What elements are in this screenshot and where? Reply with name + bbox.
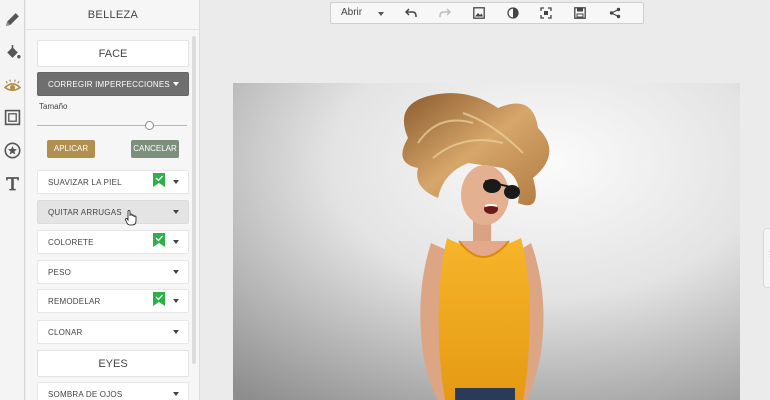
beauty-panel: BELLEZA FACE CORREGIR IMPERFECCIONES Tam… <box>26 0 200 400</box>
chevron-down-icon <box>173 180 179 184</box>
cancel-button[interactable]: CANCELAR <box>131 140 179 158</box>
bookmark-badge-icon <box>153 292 165 306</box>
pencil-icon <box>6 12 19 26</box>
apply-button[interactable]: APLICAR <box>47 140 95 158</box>
chevron-down-icon <box>173 82 179 86</box>
tool-item-quitar-arrugas[interactable]: QUITAR ARRUGAS <box>37 200 189 224</box>
paint-bucket-tool-button[interactable] <box>0 40 25 64</box>
side-panel-handle[interactable]: ⋮ <box>763 228 770 288</box>
pencil-tool-button[interactable] <box>0 7 25 31</box>
redo-button[interactable] <box>437 5 453 21</box>
active-tool-label: CORREGIR IMPERFECCIONES <box>48 80 170 89</box>
tool-item-remodelar[interactable]: REMODELAR <box>37 289 189 313</box>
compare-button[interactable] <box>505 5 521 21</box>
photo-image <box>233 83 740 400</box>
image-button[interactable] <box>471 5 487 21</box>
size-slider-track[interactable] <box>37 125 187 126</box>
redo-icon <box>439 8 451 17</box>
tool-item-clonar[interactable]: CLONAR <box>37 320 189 344</box>
frame-tool-button[interactable] <box>0 105 25 129</box>
tool-item-sombra-de-ojos[interactable]: SOMBRA DE OJOS <box>37 382 189 400</box>
grip-icon: ⋮ <box>766 250 770 259</box>
eye-icon <box>4 78 21 91</box>
chevron-down-icon <box>378 12 384 16</box>
tool-rail <box>0 0 25 400</box>
save-button[interactable] <box>572 5 588 21</box>
text-tool-button[interactable] <box>0 171 25 195</box>
chevron-down-icon <box>173 330 179 334</box>
paint-bucket-icon <box>7 44 21 58</box>
undo-button[interactable] <box>403 5 419 21</box>
photo-canvas[interactable] <box>233 83 740 400</box>
bookmark-badge-icon <box>153 233 165 247</box>
tool-item-label: PESO <box>48 268 72 277</box>
save-icon <box>574 7 586 19</box>
image-icon <box>473 7 485 19</box>
chevron-down-icon <box>173 270 179 274</box>
text-icon <box>6 176 19 190</box>
tool-item-label: SUAVIZAR LA PIEL <box>48 178 122 187</box>
beauty-tool-button[interactable] <box>0 74 25 98</box>
open-button[interactable]: Abrir <box>341 3 362 23</box>
chevron-down-icon <box>173 392 179 396</box>
chevron-down-icon <box>173 240 179 244</box>
share-button[interactable] <box>607 5 623 21</box>
tool-item-label: CLONAR <box>48 328 83 337</box>
panel-title: BELLEZA <box>26 0 199 30</box>
share-icon <box>609 7 621 19</box>
tool-item-label: QUITAR ARRUGAS <box>48 208 122 217</box>
chevron-down-icon <box>173 210 179 214</box>
top-toolbar: Abrir <box>330 2 644 24</box>
frame-icon <box>4 109 21 125</box>
tool-item-colorete[interactable]: COLORETE <box>37 230 189 254</box>
face-section-header[interactable]: FACE <box>37 40 189 67</box>
fit-screen-icon <box>540 7 552 19</box>
star-icon <box>4 141 21 159</box>
tool-item-label: COLORETE <box>48 238 94 247</box>
chevron-down-icon <box>173 299 179 303</box>
compare-icon <box>507 7 519 19</box>
bookmark-badge-icon <box>153 173 165 187</box>
tool-item-suavizar-la-piel[interactable]: SUAVIZAR LA PIEL <box>37 170 189 194</box>
active-tool-dropdown[interactable]: CORREGIR IMPERFECCIONES <box>37 72 189 96</box>
panel-scrollbar[interactable] <box>192 36 196 364</box>
size-label: Tamaño <box>39 102 68 111</box>
sticker-tool-button[interactable] <box>0 138 25 162</box>
eyes-section-header[interactable]: EYES <box>37 350 189 377</box>
undo-icon <box>405 8 417 17</box>
tool-item-peso[interactable]: PESO <box>37 260 189 284</box>
size-slider-thumb[interactable] <box>144 121 154 130</box>
fit-screen-button[interactable] <box>538 5 554 21</box>
tool-item-label: REMODELAR <box>48 297 101 306</box>
tool-item-label: SOMBRA DE OJOS <box>48 390 123 399</box>
